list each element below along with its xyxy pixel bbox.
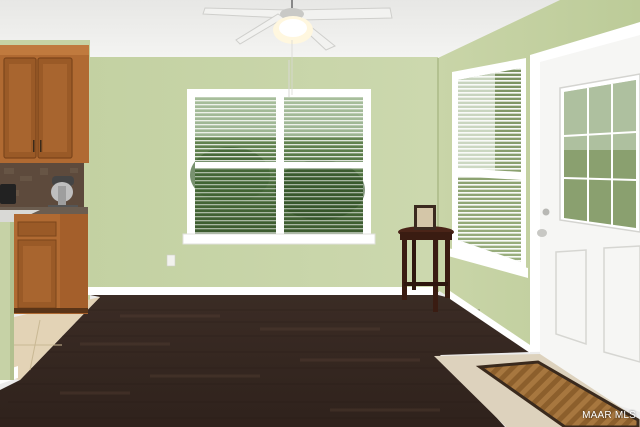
wall-outlet (166, 254, 176, 267)
upper-cabinet (0, 45, 89, 163)
room-photo (0, 0, 640, 427)
entry-door (530, 22, 640, 412)
mls-watermark: MAAR MLS (582, 410, 636, 421)
base-cabinet (14, 214, 88, 314)
baseboard-back (86, 287, 438, 295)
side-window (448, 58, 528, 278)
coffee-maker (0, 184, 16, 204)
